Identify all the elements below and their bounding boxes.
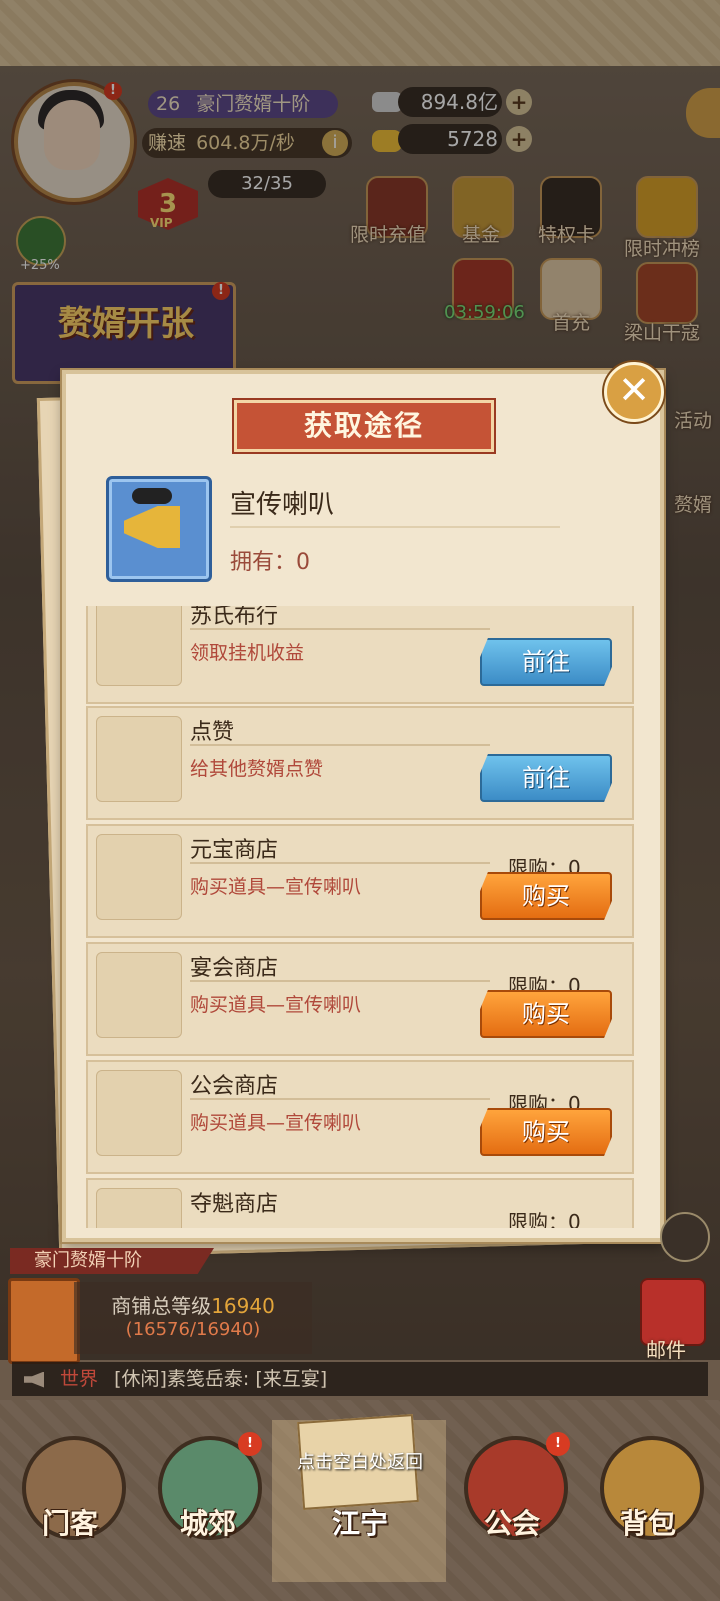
- rank-ribbon: 豪门赘婿十阶: [10, 1248, 214, 1274]
- mail-label: 邮件: [646, 1338, 686, 1362]
- source-desc: 购买道具—宣传喇叭: [190, 994, 362, 1016]
- row-divider: [190, 1098, 490, 1100]
- guild-banner-icon: [96, 1070, 182, 1156]
- source-desc: 购买道具—宣传喇叭: [190, 1112, 362, 1134]
- source-name: 公会商店: [190, 1074, 279, 1099]
- nav-label-retainers[interactable]: 门客: [10, 1502, 130, 1542]
- source-name: 宴会商店: [190, 956, 279, 981]
- source-desc: 给其他赘婿点赞: [190, 758, 324, 780]
- suburbs-alert-badge: !: [238, 1432, 262, 1456]
- item-divider: [230, 526, 560, 528]
- source-row-contest-shop: 夺魁商店 限购：0: [86, 1178, 634, 1228]
- source-desc: 领取挂机收益: [190, 642, 305, 664]
- thumbs-up-trophy-icon: [96, 716, 182, 802]
- chat-message: [休闲]素笺岳泰: [来互宴]: [114, 1368, 328, 1390]
- speaker-icon: [24, 1371, 44, 1388]
- source-list[interactable]: 苏氏布行 领取挂机收益 前往 点赞 给其他赘婿点赞 前往 元宝商店 购买道具—宣…: [86, 606, 634, 1228]
- source-name: 元宝商店: [190, 838, 279, 863]
- item-owned-count: 拥有：0: [230, 550, 310, 575]
- tap-to-return-hint: 点击空白处返回: [297, 1452, 423, 1473]
- source-row-banquet-shop: 宴会商店 购买道具—宣传喇叭 限购：0 购买: [86, 942, 634, 1056]
- nav-label-guild[interactable]: 公会: [452, 1502, 572, 1542]
- contest-shop-icon: [96, 1188, 182, 1228]
- shop-level-panel: 商铺总等级16940 (16576/16940): [74, 1282, 312, 1354]
- shop-level-value: 16940: [211, 1294, 275, 1318]
- source-name: 夺魁商店: [190, 1192, 279, 1217]
- source-name: 点赞: [190, 720, 235, 745]
- buy-button[interactable]: 购买: [480, 1108, 612, 1156]
- close-icon[interactable]: ✕: [604, 362, 664, 422]
- shop-book-icon[interactable]: [8, 1278, 80, 1364]
- source-desc: 购买道具—宣传喇叭: [190, 876, 362, 898]
- row-divider: [190, 862, 490, 864]
- buy-button[interactable]: 购买: [480, 990, 612, 1038]
- buy-button[interactable]: 购买: [480, 872, 612, 920]
- source-name: 苏氏布行: [190, 606, 279, 629]
- nav-label-backpack[interactable]: 背包: [588, 1502, 708, 1542]
- top-decor-bar: [0, 0, 720, 69]
- shop-level-progress: (16576/16940): [125, 1319, 261, 1340]
- source-row-su-shop: 苏氏布行 领取挂机收益 前往: [86, 606, 634, 704]
- source-row-like: 点赞 给其他赘婿点赞 前往: [86, 706, 634, 820]
- source-row-ingot-shop: 元宝商店 购买道具—宣传喇叭 限购：0 购买: [86, 824, 634, 938]
- chat-channel: 世界: [60, 1368, 99, 1390]
- ingot-shop-icon: [96, 834, 182, 920]
- dialog-title: 获取途径: [234, 400, 494, 452]
- row-divider: [190, 980, 490, 982]
- chat-bar[interactable]: 世界 [休闲]素笺岳泰: [来互宴]: [12, 1362, 708, 1396]
- purchase-limit: 限购：0: [508, 1210, 581, 1228]
- row-divider: [190, 744, 490, 746]
- nav-label-suburbs[interactable]: 城郊: [148, 1502, 268, 1542]
- guild-alert-badge: !: [546, 1432, 570, 1456]
- goto-button[interactable]: 前往: [480, 754, 612, 802]
- cloth-shop-icon: [96, 606, 182, 686]
- row-divider: [190, 628, 490, 630]
- sunglasses-decor: [132, 488, 172, 504]
- source-row-guild-shop: 公会商店 购买道具—宣传喇叭 限购：0 购买: [86, 1060, 634, 1174]
- banquet-shop-icon: [96, 952, 182, 1038]
- goto-button[interactable]: 前往: [480, 638, 612, 686]
- item-name: 宣传喇叭: [230, 490, 335, 520]
- grid-menu-icon[interactable]: [660, 1212, 710, 1262]
- shop-level-label: 商铺总等级: [111, 1294, 212, 1318]
- nav-label-jiangning[interactable]: 江宁: [300, 1502, 420, 1542]
